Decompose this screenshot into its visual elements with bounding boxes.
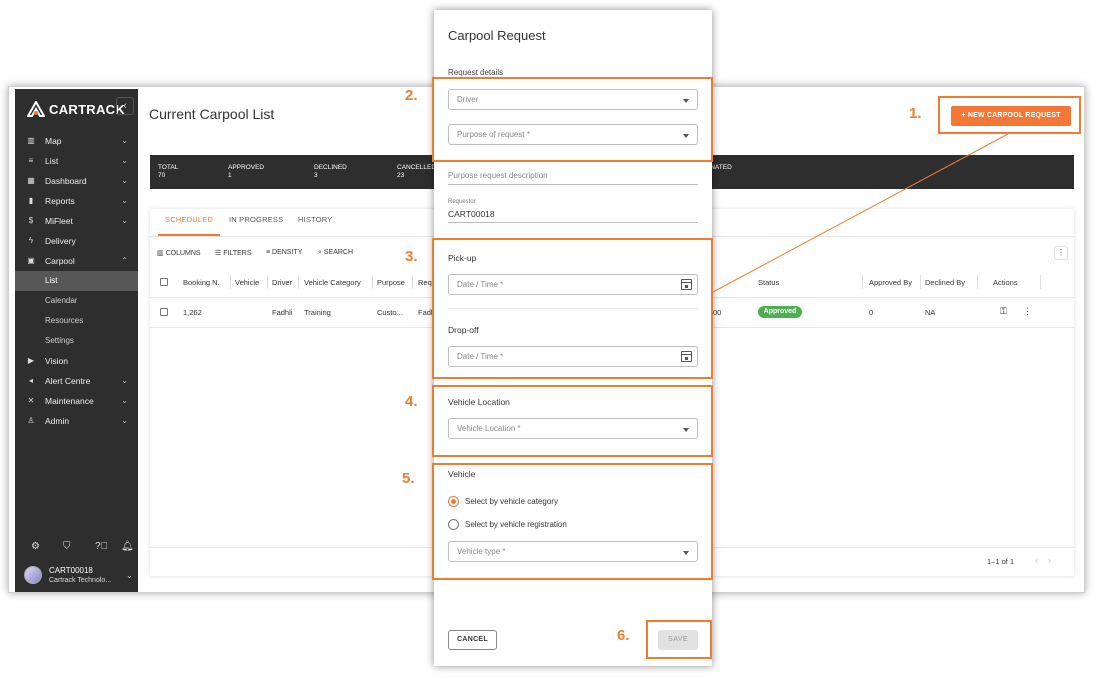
annotation-connector-line xyxy=(712,133,1009,293)
step-number-2: 2. xyxy=(405,87,418,104)
step-number-1: 1. xyxy=(909,105,922,122)
step-number-4: 4. xyxy=(405,393,418,410)
step-number-3: 3. xyxy=(405,248,418,265)
step-number-6: 6. xyxy=(617,627,630,644)
step-number-5: 5. xyxy=(402,470,415,487)
